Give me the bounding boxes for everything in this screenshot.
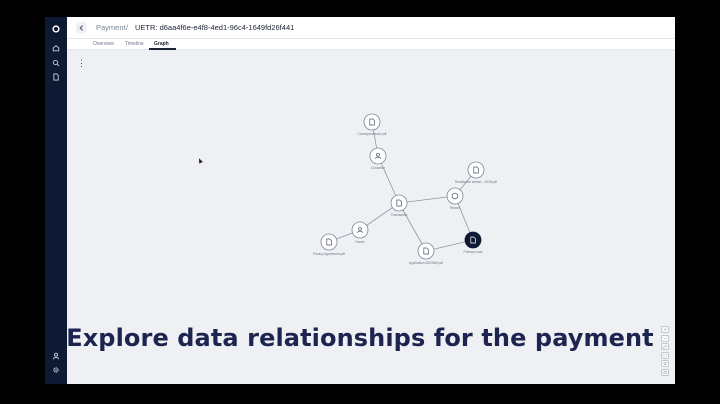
chevron-left-icon (79, 24, 83, 31)
graph-node-package[interactable]: Record (446, 187, 464, 210)
home-icon[interactable] (45, 41, 67, 55)
reset-button[interactable]: ↺ (661, 360, 669, 367)
tab-bar: Overview Timeline Graph (67, 39, 675, 50)
center-button[interactable]: ⊡ (661, 368, 669, 376)
document-icon[interactable] (45, 70, 67, 84)
graph-node-person[interactable]: Owner (351, 221, 369, 244)
page-header: Payment / UETR: d6aa4f6e-e4f8-4ed1-96c4-… (67, 17, 675, 39)
tab-graph[interactable]: Graph (154, 41, 169, 48)
graph-node-label: Owner (355, 240, 365, 244)
graph-node-label: Transaction (391, 213, 408, 217)
breadcrumb-current: UETR: d6aa4f6e-e4f8-4ed1-96c4-1649fd26f4… (135, 23, 295, 32)
gear-icon[interactable] (45, 363, 67, 377)
graph-node-label: Application 2827883.pdf (409, 261, 443, 265)
graph-node-label: Customer (371, 166, 386, 170)
graph-node-label: Privacy Agreement.pdf (313, 252, 345, 256)
logo-icon[interactable] (45, 22, 67, 36)
more-options-button[interactable]: ⋮ (77, 58, 86, 68)
graph-node-document[interactable]: Transaction (390, 194, 408, 217)
tab-overview[interactable]: Overview (93, 41, 114, 48)
graph-node-document[interactable]: Primary node (464, 231, 483, 254)
video-caption: Explore data relationships for the payme… (66, 324, 654, 352)
graph-edge (398, 195, 456, 204)
graph-node-label: Primary node (464, 250, 483, 254)
graph-node-document[interactable]: Application 2827883.pdf (409, 242, 443, 265)
breadcrumb-parent[interactable]: Payment (96, 23, 126, 33)
graph-node-label: Correspondence.pdf (358, 132, 387, 136)
search-icon[interactable] (45, 56, 67, 70)
graph-node-document[interactable]: Correspondence.pdf (358, 113, 387, 136)
graph-node-label: Remittance advice – 2018.pdf (455, 180, 497, 184)
graph-node-person[interactable]: Customer (369, 147, 387, 170)
graph-node-document[interactable]: Remittance advice – 2018.pdf (455, 161, 497, 184)
graph-node-label: Record (450, 206, 461, 210)
tab-timeline[interactable]: Timeline (125, 41, 144, 48)
back-button[interactable] (76, 22, 87, 33)
breadcrumb-separator: / (126, 23, 129, 32)
